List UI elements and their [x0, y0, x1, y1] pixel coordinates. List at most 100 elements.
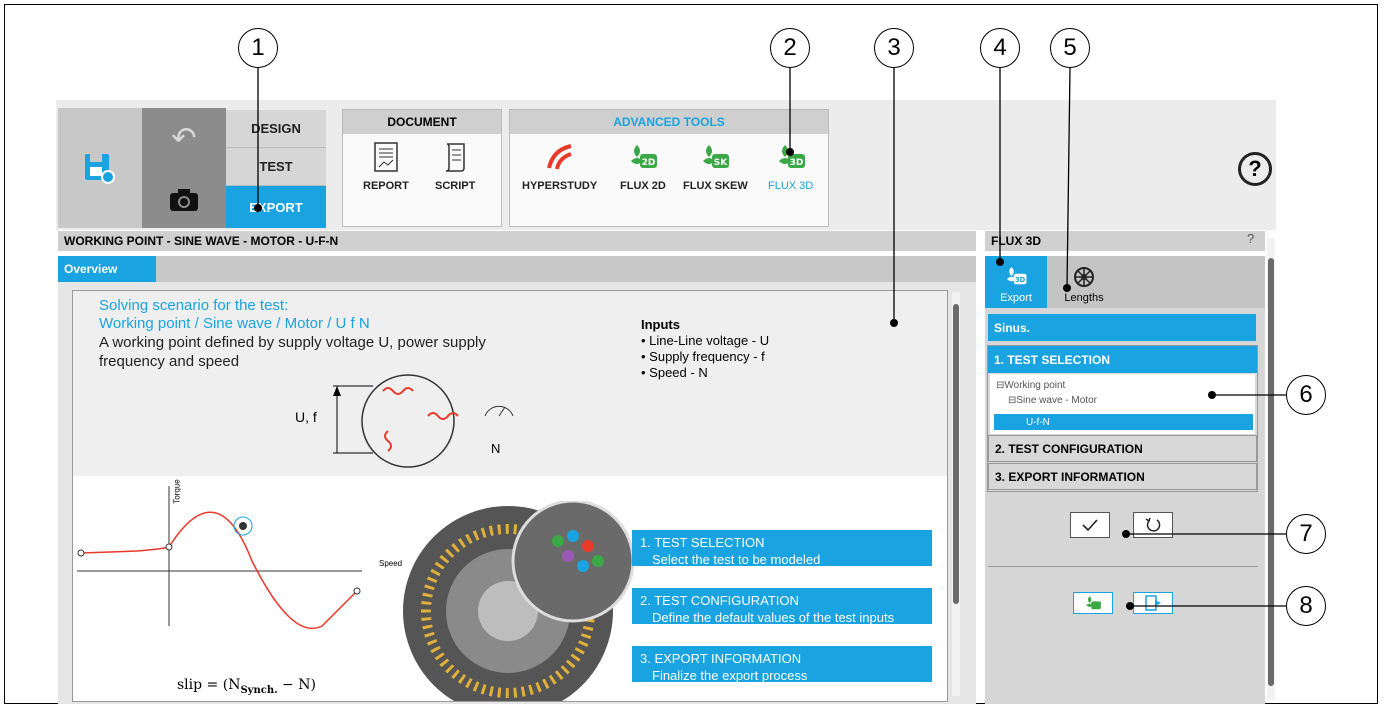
advanced-tools-group: ADVANCED TOOLS HYPERSTUDY 2D FLUX 2D SK …: [509, 109, 829, 227]
inputs-list: • Line-Line voltage - U • Supply frequen…: [641, 333, 769, 381]
flux-skew-button[interactable]: SK FLUX SKEW: [683, 140, 748, 192]
script-button[interactable]: SCRIPT: [435, 140, 475, 192]
flux-skew-icon: SK: [703, 145, 730, 168]
callout-4: 4: [980, 28, 1020, 68]
export-file-button[interactable]: [1133, 592, 1173, 614]
script-icon: [446, 143, 465, 172]
step-test-configuration: 2. TEST CONFIGURATION Define the default …: [632, 588, 932, 625]
diagram-uf-label: U, f: [295, 409, 317, 425]
panel-help-icon[interactable]: ?: [1247, 231, 1254, 246]
hyperstudy-button[interactable]: HYPERSTUDY: [522, 140, 597, 192]
svg-text:3D: 3D: [1015, 276, 1026, 284]
svg-text:3D: 3D: [789, 158, 803, 168]
section-test-configuration[interactable]: 2. TEST CONFIGURATION: [988, 435, 1257, 462]
export-file-icon: [1145, 595, 1161, 611]
callout-5: 5: [1050, 28, 1090, 68]
scenario-heading: Solving scenario for the test:: [99, 297, 289, 314]
callout-8-anchor: [1126, 602, 1134, 610]
inputs-title: Inputs: [641, 317, 680, 332]
flux-2d-label: FLUX 2D: [620, 180, 666, 192]
tab-export-label: Export: [1000, 292, 1032, 304]
diagram-n-label: N: [491, 441, 501, 456]
input-item: • Supply frequency - f: [641, 349, 765, 364]
motor-winding-diagram: [333, 374, 514, 468]
flux-2d-icon: 2D: [630, 145, 657, 168]
scenario-name: Working point / Sine wave / Motor / U f …: [99, 315, 370, 332]
report-button[interactable]: REPORT: [363, 140, 409, 192]
snapshot-button[interactable]: [142, 168, 226, 228]
save-icon: [85, 154, 115, 184]
flux-3d-panel-title-text: FLUX 3D: [991, 234, 1042, 248]
save-button[interactable]: [58, 108, 142, 228]
advanced-tools-title: ADVANCED TOOLS: [510, 110, 828, 134]
test-mode-button[interactable]: TEST: [226, 148, 326, 186]
export-mode-button[interactable]: EXPORT: [226, 186, 326, 228]
flux-3d-export-icon: 3D: [1007, 267, 1027, 285]
section-test-selection[interactable]: 1. TEST SELECTION: [988, 346, 1257, 373]
lengths-icon: [1074, 267, 1094, 287]
report-label: REPORT: [363, 180, 409, 192]
check-icon: [1082, 519, 1098, 532]
input-item: • Speed - N: [641, 365, 708, 380]
flux-3d-label: FLUX 3D: [768, 180, 814, 192]
overview-content: Solving scenario for the test: Working p…: [72, 290, 948, 702]
right-panel-scrollbar-thumb[interactable]: [1268, 258, 1274, 686]
callout-7-anchor: [1122, 530, 1130, 538]
callout-3-anchor: [890, 319, 898, 327]
tree-root[interactable]: ⊟Working point: [990, 374, 1255, 391]
document-group: DOCUMENT REPORT SCRIPT: [342, 109, 502, 227]
tab-export[interactable]: 3D Export: [985, 256, 1047, 308]
callout-6-anchor: [1208, 391, 1216, 399]
flux-2d-button[interactable]: 2D FLUX 2D: [620, 140, 666, 192]
hyperstudy-icon: [546, 144, 572, 170]
callout-2-anchor: [786, 148, 794, 156]
flux-3d-panel-title: FLUX 3D: [985, 231, 1265, 251]
svg-text:SK: SK: [714, 158, 728, 168]
working-point-title-bar: WORKING POINT - SINE WAVE - MOTOR - U-F-…: [58, 231, 976, 251]
tab-overview[interactable]: Overview: [58, 256, 156, 282]
hyperstudy-label: HYPERSTUDY: [522, 180, 598, 192]
tree-leaf-selected[interactable]: U-f-N: [994, 414, 1253, 430]
overview-scrollbar-thumb[interactable]: [953, 304, 959, 604]
reset-button[interactable]: [1133, 512, 1173, 538]
export-flux-3d-button[interactable]: [1073, 592, 1113, 614]
undo-icon: ↶: [171, 121, 197, 155]
callout-2: 2: [770, 28, 810, 68]
divider: [988, 566, 1258, 567]
design-mode-button[interactable]: DESIGN: [226, 110, 326, 148]
callout-5-anchor: [1063, 284, 1071, 292]
flux-skew-label: FLUX SKEW: [683, 180, 748, 192]
callout-1: 1: [238, 28, 278, 68]
tab-lengths[interactable]: Lengths: [1054, 262, 1114, 306]
sinus-field[interactable]: Sinus.: [988, 314, 1256, 341]
scenario-description: A working point defined by supply voltag…: [99, 334, 486, 370]
report-icon: [374, 142, 398, 172]
step-export-information: 3. EXPORT INFORMATION Finalize the export…: [632, 646, 932, 683]
torque-speed-graph: [77, 486, 362, 630]
script-label: SCRIPT: [435, 180, 476, 192]
slip-formula: slip = (NSynch. − N): [177, 677, 316, 696]
callout-1-anchor: [254, 204, 262, 212]
flux-3d-icon: [1086, 596, 1101, 610]
callout-3: 3: [874, 28, 914, 68]
callout-8: 8: [1286, 586, 1326, 626]
step-test-selection: 1. TEST SELECTION Select the test to be m…: [632, 530, 932, 567]
tab-strip: [58, 256, 976, 282]
undo-button[interactable]: ↶: [142, 108, 226, 168]
help-icon[interactable]: ?: [1238, 152, 1272, 186]
document-group-title: DOCUMENT: [343, 110, 501, 134]
motor-stator-render: [403, 501, 635, 701]
flux-3d-icon: 3D: [778, 145, 805, 168]
callout-7: 7: [1286, 514, 1326, 554]
validate-button[interactable]: [1070, 512, 1110, 538]
callout-4-anchor: [996, 258, 1004, 266]
graph-torque-label: Torque: [172, 479, 182, 504]
section-export-information[interactable]: 3. EXPORT INFORMATION: [988, 463, 1257, 490]
input-item: • Line-Line voltage - U: [641, 333, 770, 348]
refresh-icon: [1145, 517, 1161, 532]
camera-icon: [170, 189, 198, 211]
tab-lengths-label: Lengths: [1064, 292, 1104, 304]
callout-6: 6: [1286, 375, 1326, 415]
mode-selector: DESIGN TEST EXPORT: [226, 110, 326, 228]
svg-text:2D: 2D: [642, 158, 656, 168]
